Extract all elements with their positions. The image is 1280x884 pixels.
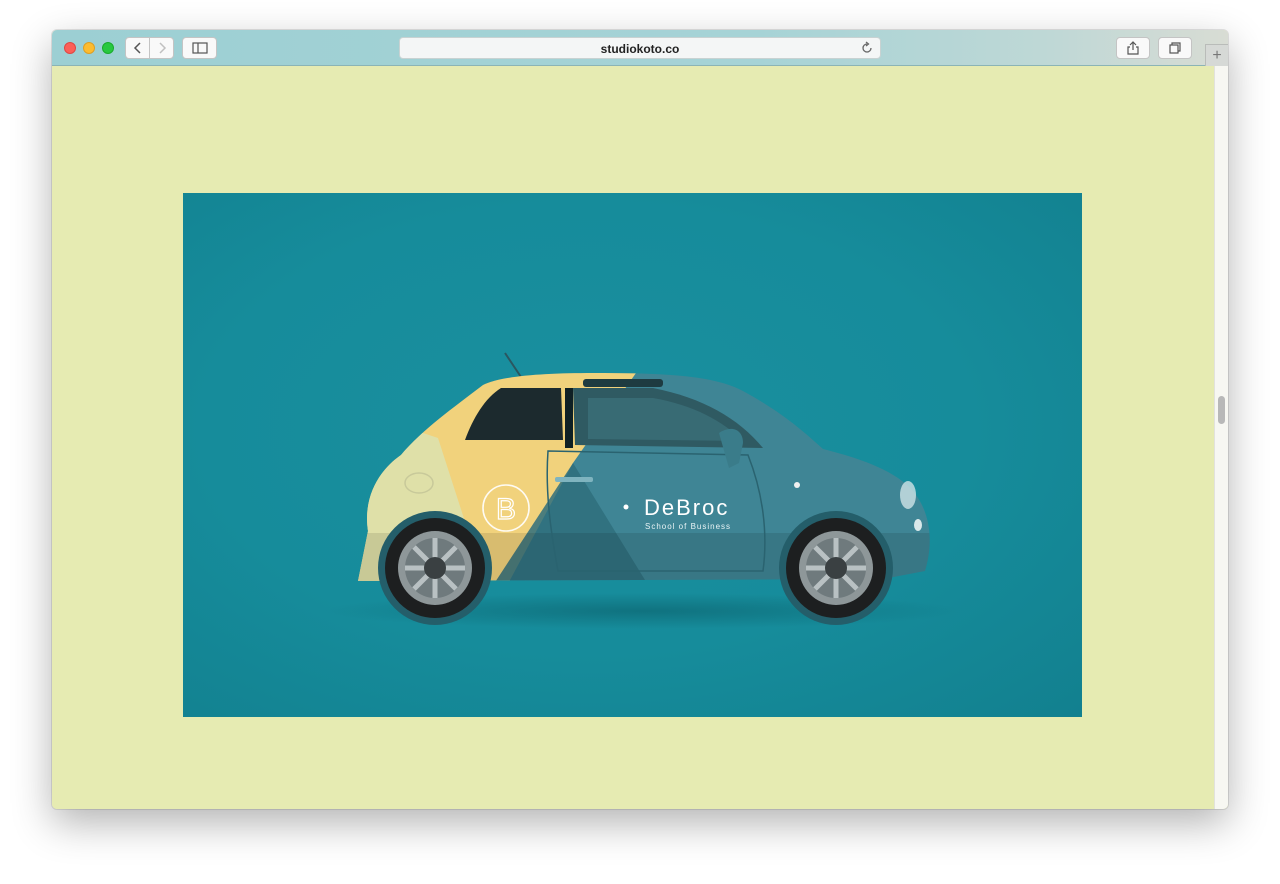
share-button[interactable] — [1116, 37, 1150, 59]
reload-icon[interactable] — [860, 41, 874, 55]
brand-dot — [623, 504, 629, 510]
chevron-left-icon — [133, 42, 141, 54]
browser-toolbar: studiokoto.co + — [52, 30, 1228, 66]
hero-image: B DeBroc School of Business — [183, 193, 1082, 717]
address-bar[interactable]: studiokoto.co — [399, 37, 881, 59]
plus-icon: + — [1212, 46, 1222, 64]
back-button[interactable] — [125, 37, 150, 59]
vertical-scrollbar[interactable] — [1214, 66, 1228, 809]
chevron-right-icon — [158, 42, 166, 54]
door-handle — [555, 477, 593, 482]
front-wheel — [779, 511, 893, 625]
car-antenna — [504, 352, 524, 381]
close-window-icon[interactable] — [64, 42, 76, 54]
forward-button[interactable] — [149, 37, 174, 59]
brand-name: DeBroc — [644, 495, 729, 520]
brand-logo-letter: B — [496, 493, 516, 526]
sidebar-icon — [191, 42, 208, 54]
scrollbar-thumb[interactable] — [1218, 396, 1225, 424]
minimize-window-icon[interactable] — [83, 42, 95, 54]
car-illustration: B DeBroc School of Business — [323, 352, 963, 629]
address-bar-url: studiokoto.co — [600, 42, 680, 56]
page-viewport: B DeBroc School of Business — [52, 66, 1228, 809]
fullscreen-window-icon[interactable] — [102, 42, 114, 54]
brand-tagline: School of Business — [645, 522, 731, 531]
browser-window: studiokoto.co + B DeBroc School of Busin… — [52, 30, 1228, 809]
tabs-icon — [1169, 42, 1181, 54]
show-tabs-button[interactable] — [1158, 37, 1192, 59]
rear-wheel — [378, 511, 492, 625]
new-tab-button[interactable]: + — [1205, 44, 1228, 66]
sidebar-toggle-button[interactable] — [182, 37, 217, 59]
share-icon — [1127, 41, 1139, 55]
